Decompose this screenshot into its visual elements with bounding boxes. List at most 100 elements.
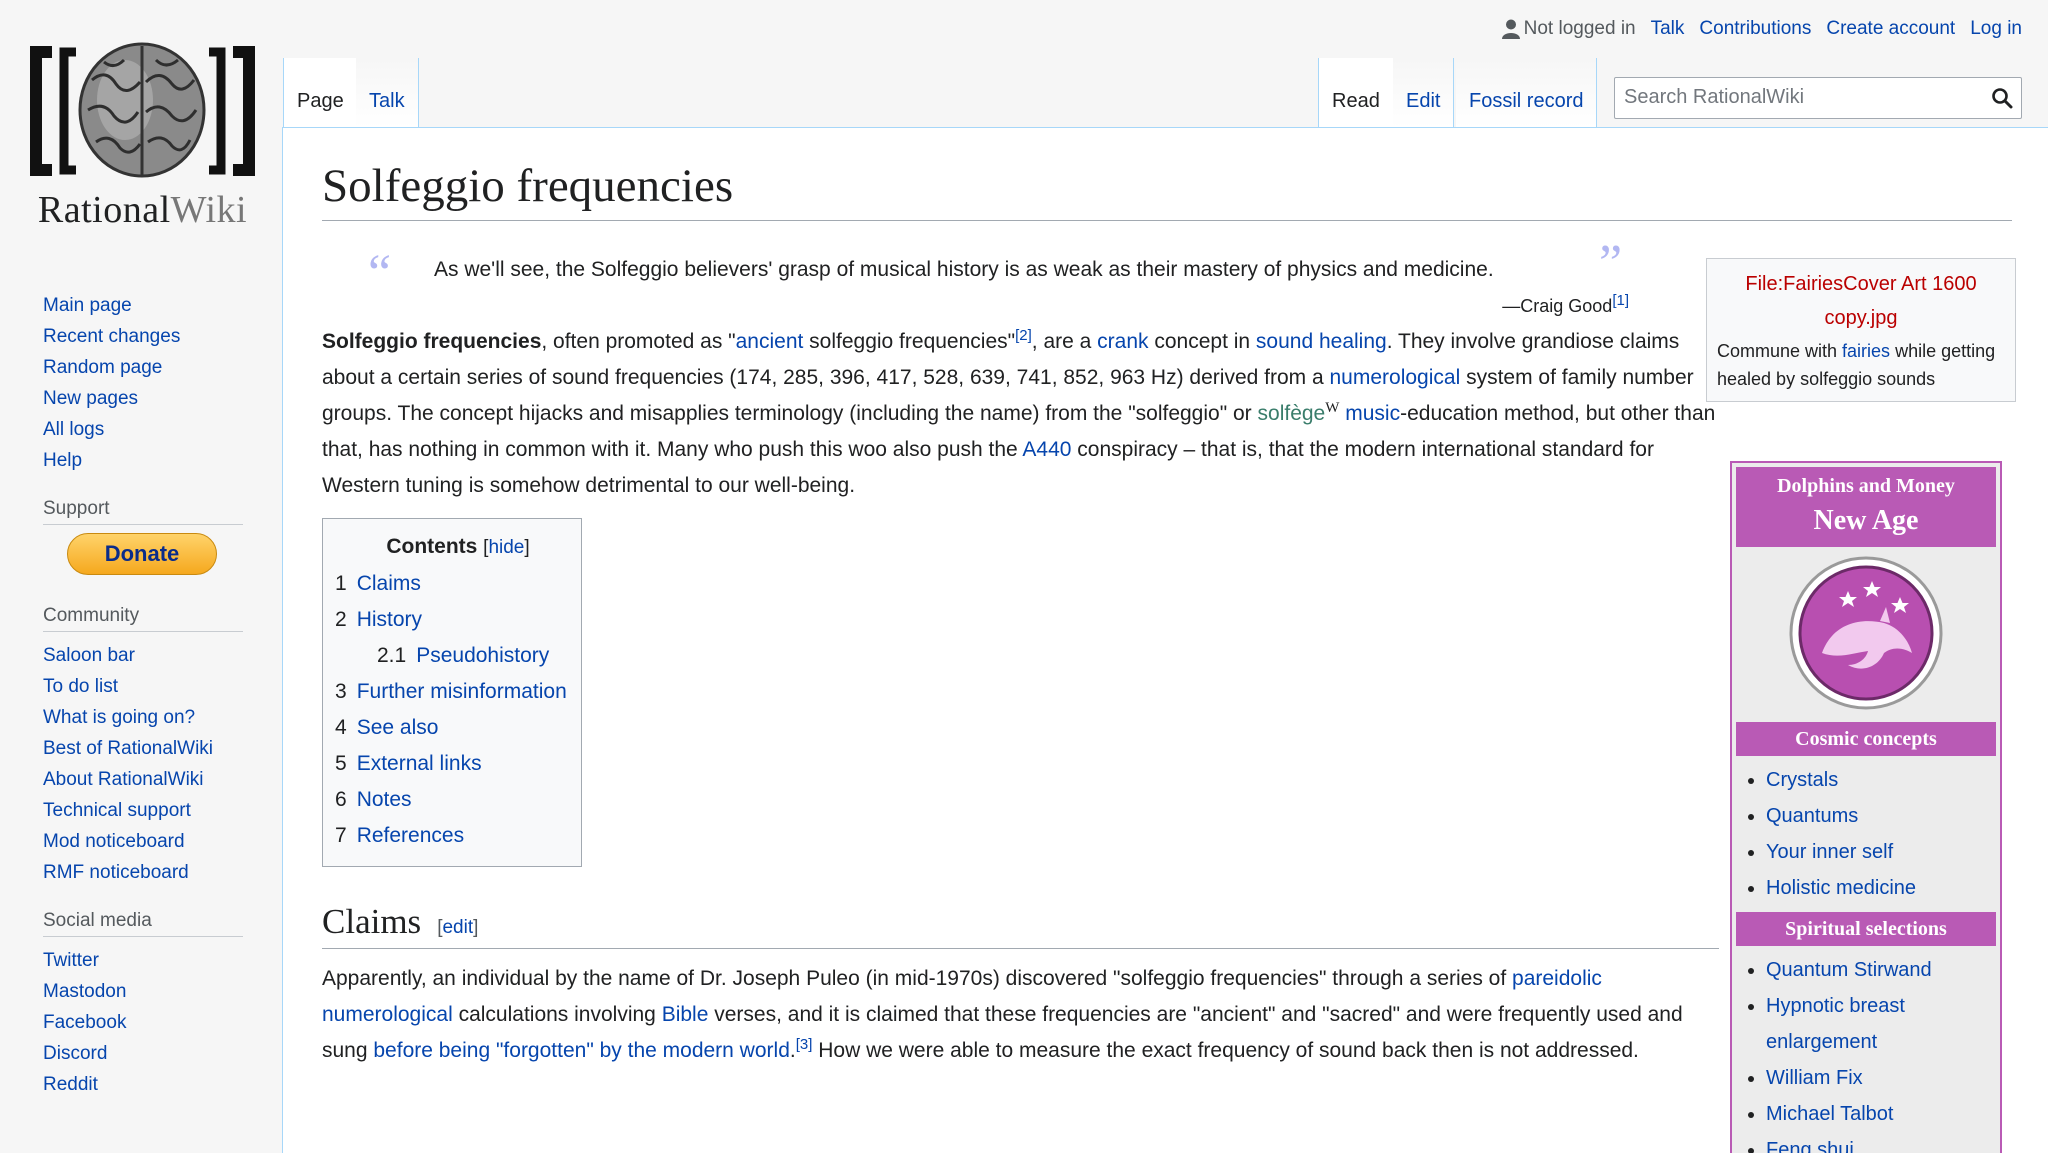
- link-ancient[interactable]: ancient: [736, 330, 804, 353]
- sidebar-link-recent-changes[interactable]: Recent changes: [43, 326, 180, 347]
- toc-item[interactable]: 2 History: [335, 602, 581, 638]
- sidebar-link-all-logs[interactable]: All logs: [43, 419, 104, 440]
- sidebar-link-to-do-list[interactable]: To do list: [43, 676, 118, 697]
- toc-hide-link[interactable]: hide: [488, 537, 524, 558]
- page-title: Solfeggio frequencies: [322, 158, 2012, 222]
- link-pareidolic[interactable]: pareidolic: [1512, 967, 1602, 990]
- navbox-section-spiritual: Spiritual selections: [1736, 912, 1996, 946]
- tab-fossil-record[interactable]: Fossil record: [1456, 58, 1598, 128]
- sidebar-link-help[interactable]: Help: [43, 450, 82, 471]
- search-input[interactable]: [1615, 78, 1984, 116]
- list-item[interactable]: Crystals: [1766, 762, 1996, 798]
- navbox-section-cosmic: Cosmic concepts: [1736, 722, 1996, 756]
- sidebar-link-discord[interactable]: Discord: [43, 1043, 107, 1064]
- link-solfege-wikipedia[interactable]: solfège: [1258, 402, 1326, 425]
- link-a440[interactable]: A440: [1022, 438, 1071, 461]
- ref-link-1[interactable]: [1]: [1612, 292, 1629, 309]
- dolphin-emblem-icon: [1789, 556, 1943, 710]
- list-item[interactable]: Hypnotic breast enlargement: [1766, 988, 1996, 1060]
- link-crank[interactable]: crank: [1097, 330, 1148, 353]
- list-item[interactable]: Your inner self: [1766, 834, 1996, 870]
- list-item[interactable]: Quantums: [1766, 798, 1996, 834]
- log-in-link[interactable]: Log in: [1970, 18, 2022, 40]
- quote-citation: —Craig Good[1]: [1502, 292, 1629, 316]
- sidebar: Main page Recent changes Random page New…: [0, 290, 282, 1122]
- sidebar-link-twitter[interactable]: Twitter: [43, 950, 99, 971]
- list-item[interactable]: Feng shui: [1766, 1132, 1996, 1153]
- quote-text: As we'll see, the Solfeggio believers' g…: [434, 258, 1494, 281]
- list-item[interactable]: William Fix: [1766, 1060, 1996, 1096]
- sidebar-link-main-page[interactable]: Main page: [43, 295, 132, 316]
- close-quote-icon: ”: [1599, 235, 1623, 292]
- table-of-contents: Contents [hide] 1 Claims 2 History 2.1 Pseu…: [322, 518, 582, 867]
- section-heading-claims: Claims [edit]: [322, 902, 1719, 949]
- tab-talk[interactable]: Talk: [356, 58, 419, 128]
- epigraph-quote: “ As we'll see, the Solfeggio believers'…: [322, 238, 1719, 324]
- site-logo[interactable]: RationalWiki: [30, 30, 255, 231]
- sidebar-link-new-pages[interactable]: New pages: [43, 388, 138, 409]
- sidebar-link-reddit[interactable]: Reddit: [43, 1074, 98, 1095]
- link-numerological[interactable]: numerological: [1330, 366, 1461, 389]
- personal-talk-link[interactable]: Talk: [1651, 18, 1685, 40]
- link-numerological-2[interactable]: numerological: [322, 1003, 453, 1026]
- toc-title: Contents [hide]: [386, 535, 530, 558]
- toc-item[interactable]: 6 Notes: [335, 782, 581, 818]
- search-box: [1614, 77, 2022, 119]
- link-music[interactable]: music: [1345, 402, 1400, 425]
- toc-item[interactable]: 4 See also: [335, 710, 581, 746]
- link-fairies[interactable]: fairies: [1842, 341, 1890, 361]
- search-button[interactable]: [1991, 87, 2013, 114]
- sidebar-link-random-page[interactable]: Random page: [43, 357, 162, 378]
- toc-item[interactable]: 1 Claims: [335, 566, 581, 602]
- link-sound-healing[interactable]: sound healing: [1256, 330, 1387, 353]
- create-account-link[interactable]: Create account: [1826, 18, 1955, 40]
- sidebar-social: Social media Twitter Mastodon Facebook D…: [43, 910, 243, 1100]
- brain-logo-icon: [30, 42, 255, 178]
- sidebar-heading-support: Support: [43, 498, 243, 525]
- sidebar-link-mastodon[interactable]: Mastodon: [43, 981, 126, 1002]
- not-logged-in-status: Not logged in: [1501, 18, 1636, 40]
- file-thumbnail-box: File:FairiesCover Art 1600 copy.jpg Comm…: [1706, 258, 2016, 402]
- sidebar-link-mod-noticeboard[interactable]: Mod noticeboard: [43, 831, 185, 852]
- link-forgotten[interactable]: before being "forgotten" by the modern w…: [373, 1039, 790, 1062]
- sidebar-link-best-of[interactable]: Best of RationalWiki: [43, 738, 213, 759]
- sidebar-link-rmf-noticeboard[interactable]: RMF noticeboard: [43, 862, 189, 883]
- edit-section-claims-link[interactable]: edit: [442, 917, 473, 938]
- search-icon: [1992, 88, 2013, 109]
- personal-tools: Not logged in Talk Contributions Create …: [1501, 18, 2022, 40]
- new-age-navbox: Dolphins and Money New Age Cosmic concep…: [1730, 461, 2002, 1153]
- sidebar-link-technical-support[interactable]: Technical support: [43, 800, 191, 821]
- user-icon: [1501, 19, 1520, 39]
- intro-paragraph: Solfeggio frequencies, often promoted as…: [322, 327, 1716, 497]
- toc-item[interactable]: 5 External links: [335, 746, 581, 782]
- sidebar-heading-social: Social media: [43, 910, 243, 937]
- navbox-header: Dolphins and Money New Age: [1736, 467, 1996, 547]
- article-body: “ As we'll see, the Solfeggio believers'…: [322, 220, 1719, 1083]
- list-item[interactable]: Michael Talbot: [1766, 1096, 1996, 1132]
- open-quote-icon: “: [368, 245, 392, 302]
- toc-item[interactable]: 7 References: [335, 818, 581, 854]
- list-item[interactable]: Quantum Stirwand: [1766, 952, 1996, 988]
- site-wordmark: RationalWiki: [37, 189, 248, 231]
- ref-link-3[interactable]: [3]: [796, 1036, 813, 1053]
- sidebar-link-about[interactable]: About RationalWiki: [43, 769, 204, 790]
- navbox-list-spiritual: Quantum Stirwand Hypnotic breast enlarge…: [1736, 952, 1996, 1153]
- toc-item[interactable]: 2.1 Pseudohistory: [335, 638, 581, 674]
- sidebar-support: Support Donate: [43, 498, 243, 575]
- list-item[interactable]: Holistic medicine: [1766, 870, 1996, 906]
- tab-page[interactable]: Page: [283, 58, 358, 128]
- toc-item[interactable]: 3 Further misinformation: [335, 674, 581, 710]
- link-bible[interactable]: Bible: [662, 1003, 709, 1026]
- ref-link-2[interactable]: [2]: [1015, 327, 1032, 344]
- sidebar-link-what-is-going-on[interactable]: What is going on?: [43, 707, 195, 728]
- donate-button[interactable]: Donate: [67, 533, 217, 575]
- sidebar-link-saloon-bar[interactable]: Saloon bar: [43, 645, 135, 666]
- file-caption: Commune with fairies while getting heale…: [1717, 341, 1996, 389]
- tab-read[interactable]: Read: [1318, 58, 1394, 128]
- claims-paragraph: Apparently, an individual by the name of…: [322, 966, 1683, 1062]
- personal-contributions-link[interactable]: Contributions: [1699, 18, 1811, 40]
- file-redlink[interactable]: File:FairiesCover Art 1600 copy.jpg: [1745, 273, 1976, 329]
- sidebar-link-facebook[interactable]: Facebook: [43, 1012, 126, 1033]
- tab-edit[interactable]: Edit: [1393, 58, 1455, 128]
- navbox-list-cosmic: Crystals Quantums Your inner self Holist…: [1736, 762, 1996, 906]
